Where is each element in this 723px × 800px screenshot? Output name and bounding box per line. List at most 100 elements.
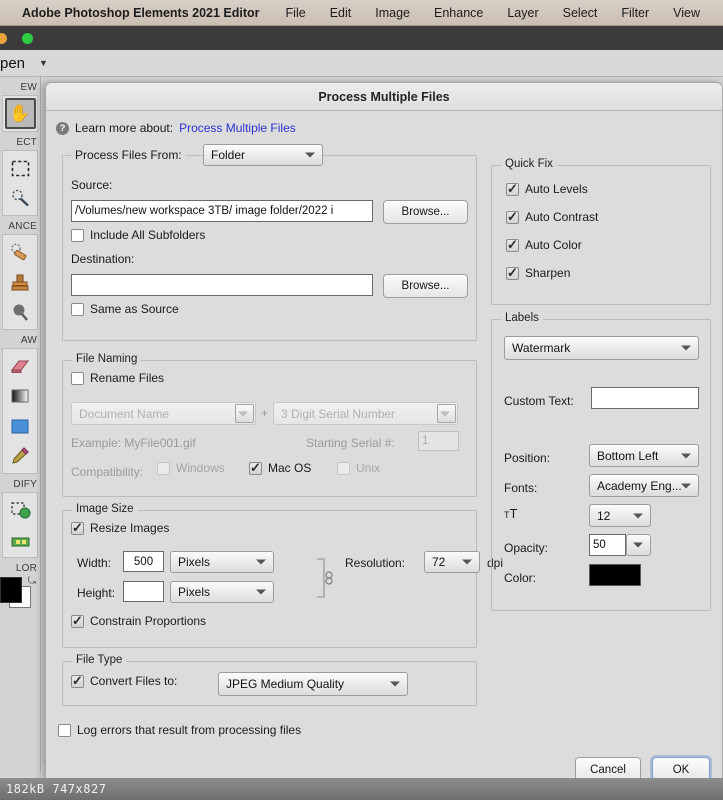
auto-levels-row[interactable]: Auto Levels bbox=[506, 182, 588, 196]
dialog-title: Process Multiple Files bbox=[46, 83, 722, 111]
blur-tool[interactable] bbox=[5, 297, 35, 327]
resize-images-row[interactable]: Resize Images bbox=[71, 521, 169, 535]
labels-group: Labels Watermark Custom Text: Position: … bbox=[491, 312, 711, 611]
menu-item-file[interactable]: File bbox=[274, 6, 318, 20]
convert-files-row[interactable]: Convert Files to: bbox=[71, 674, 177, 688]
chevron-down-icon bbox=[238, 411, 248, 416]
position-select[interactable]: Bottom Left bbox=[589, 444, 699, 467]
source-browse-label: Browse... bbox=[401, 206, 450, 218]
transform-tool[interactable] bbox=[5, 495, 35, 525]
sharpen-row[interactable]: Sharpen bbox=[506, 266, 570, 280]
name-part2-select[interactable]: 3 Digit Serial Number bbox=[273, 402, 458, 425]
menu-item-image[interactable]: Image bbox=[363, 6, 422, 20]
chevron-down-icon bbox=[256, 559, 266, 565]
eraser-icon bbox=[10, 360, 30, 373]
convert-files-checkbox[interactable] bbox=[71, 674, 84, 688]
resize-images-checkbox[interactable] bbox=[71, 521, 84, 535]
learn-more-label: Learn more about: bbox=[75, 121, 174, 135]
opacity-input[interactable]: 50 bbox=[589, 534, 626, 556]
learn-more-row: ? Learn more about: Process Multiple Fil… bbox=[56, 121, 296, 135]
menu-item-layer[interactable]: Layer bbox=[495, 6, 550, 20]
file-naming-group: File Naming Rename Files Document Name +… bbox=[62, 353, 477, 497]
rail-group-label-draw: AW bbox=[20, 335, 37, 346]
open-button-label[interactable]: pen bbox=[0, 55, 25, 72]
log-errors-checkbox[interactable] bbox=[58, 723, 71, 737]
help-icon[interactable]: ? bbox=[56, 121, 69, 135]
chevron-down-icon[interactable]: ▼ bbox=[39, 58, 48, 68]
rename-files-row[interactable]: Rename Files bbox=[71, 371, 164, 385]
foreground-color-swatch[interactable] bbox=[0, 577, 22, 603]
custom-text-input[interactable] bbox=[591, 387, 699, 409]
color-swatches[interactable]: ⤿ bbox=[0, 576, 38, 616]
height-unit-select[interactable]: Pixels bbox=[170, 581, 274, 603]
compat-unix-row[interactable]: Unix bbox=[337, 461, 380, 475]
clone-stamp-tool[interactable] bbox=[5, 267, 35, 297]
menu-item-filter[interactable]: Filter bbox=[609, 6, 661, 20]
height-input[interactable] bbox=[123, 581, 164, 602]
width-label: Width: bbox=[77, 556, 112, 570]
learn-more-link[interactable]: Process Multiple Files bbox=[179, 121, 296, 135]
paint-bucket-tool[interactable] bbox=[5, 411, 35, 441]
magic-wand-tool[interactable] bbox=[5, 183, 35, 213]
transform-icon bbox=[10, 501, 30, 518]
pencil-tool[interactable] bbox=[5, 441, 35, 471]
same-as-source-checkbox[interactable] bbox=[71, 302, 84, 316]
sharpen-checkbox[interactable] bbox=[506, 266, 519, 280]
compat-macos-checkbox[interactable] bbox=[249, 461, 262, 475]
label-color-swatch[interactable] bbox=[589, 564, 641, 586]
healing-brush-tool[interactable] bbox=[5, 237, 35, 267]
file-type-group: File Type Convert Files to: JPEG Medium … bbox=[62, 654, 477, 706]
menu-item-view[interactable]: View bbox=[661, 6, 712, 20]
width-unit-value: Pixels bbox=[178, 555, 211, 569]
menu-item-window[interactable]: Wind bbox=[712, 6, 723, 20]
file-format-select[interactable]: JPEG Medium Quality bbox=[218, 672, 408, 696]
include-subfolders-row[interactable]: Include All Subfolders bbox=[71, 228, 205, 242]
destination-input[interactable] bbox=[71, 274, 373, 296]
rail-group-draw bbox=[2, 348, 38, 474]
include-subfolders-checkbox[interactable] bbox=[71, 228, 84, 242]
destination-browse-button[interactable]: Browse... bbox=[383, 274, 468, 298]
minimize-button[interactable] bbox=[0, 33, 7, 44]
compat-windows-checkbox[interactable] bbox=[157, 461, 170, 475]
compat-macos-row[interactable]: Mac OS bbox=[249, 461, 311, 475]
hand-tool[interactable]: ✋ bbox=[4, 98, 36, 129]
auto-contrast-checkbox[interactable] bbox=[506, 210, 519, 224]
constrain-proportions-row[interactable]: Constrain Proportions bbox=[71, 614, 206, 628]
compat-unix-checkbox[interactable] bbox=[337, 461, 350, 475]
name-part1-select[interactable]: Document Name bbox=[71, 402, 256, 425]
rail-group-label-select: ECT bbox=[16, 137, 37, 148]
compat-windows-row[interactable]: Windows bbox=[157, 461, 225, 475]
starting-serial-input[interactable]: 1 bbox=[418, 431, 459, 451]
labels-legend: Labels bbox=[501, 312, 543, 324]
fonts-select[interactable]: Academy Eng... bbox=[589, 474, 699, 497]
same-as-source-row[interactable]: Same as Source bbox=[71, 302, 179, 316]
resolution-select[interactable]: 72 bbox=[424, 551, 480, 573]
auto-levels-checkbox[interactable] bbox=[506, 182, 519, 196]
constrain-proportions-checkbox[interactable] bbox=[71, 614, 84, 628]
label-type-select[interactable]: Watermark bbox=[504, 336, 699, 360]
auto-color-row[interactable]: Auto Color bbox=[506, 238, 582, 252]
opacity-stepper[interactable] bbox=[626, 534, 651, 556]
menu-item-enhance[interactable]: Enhance bbox=[422, 6, 495, 20]
rename-files-checkbox[interactable] bbox=[71, 371, 84, 385]
gradient-tool[interactable] bbox=[5, 381, 35, 411]
auto-color-checkbox[interactable] bbox=[506, 238, 519, 252]
menu-item-select[interactable]: Select bbox=[551, 6, 610, 20]
menu-item-edit[interactable]: Edit bbox=[318, 6, 364, 20]
source-input[interactable]: /Volumes/new workspace 3TB/ image folder… bbox=[71, 200, 373, 222]
source-browse-button[interactable]: Browse... bbox=[383, 200, 468, 224]
width-input[interactable]: 500 bbox=[123, 551, 164, 572]
swap-colors-icon[interactable]: ⤿ bbox=[28, 576, 36, 587]
log-errors-row[interactable]: Log errors that result from processing f… bbox=[58, 723, 301, 737]
marquee-tool[interactable] bbox=[5, 153, 35, 183]
eraser-tool[interactable] bbox=[5, 351, 35, 381]
zoom-button[interactable] bbox=[22, 33, 33, 44]
name-part2-value: 3 Digit Serial Number bbox=[281, 406, 396, 421]
constrain-proportions-label: Constrain Proportions bbox=[90, 614, 207, 628]
open-toolbar: pen ▼ bbox=[0, 50, 723, 77]
font-size-select[interactable]: 12 bbox=[589, 504, 651, 527]
process-files-from-select[interactable]: Folder bbox=[203, 144, 323, 166]
recompose-tool[interactable] bbox=[5, 525, 35, 555]
auto-contrast-row[interactable]: Auto Contrast bbox=[506, 210, 598, 224]
width-unit-select[interactable]: Pixels bbox=[170, 551, 274, 573]
